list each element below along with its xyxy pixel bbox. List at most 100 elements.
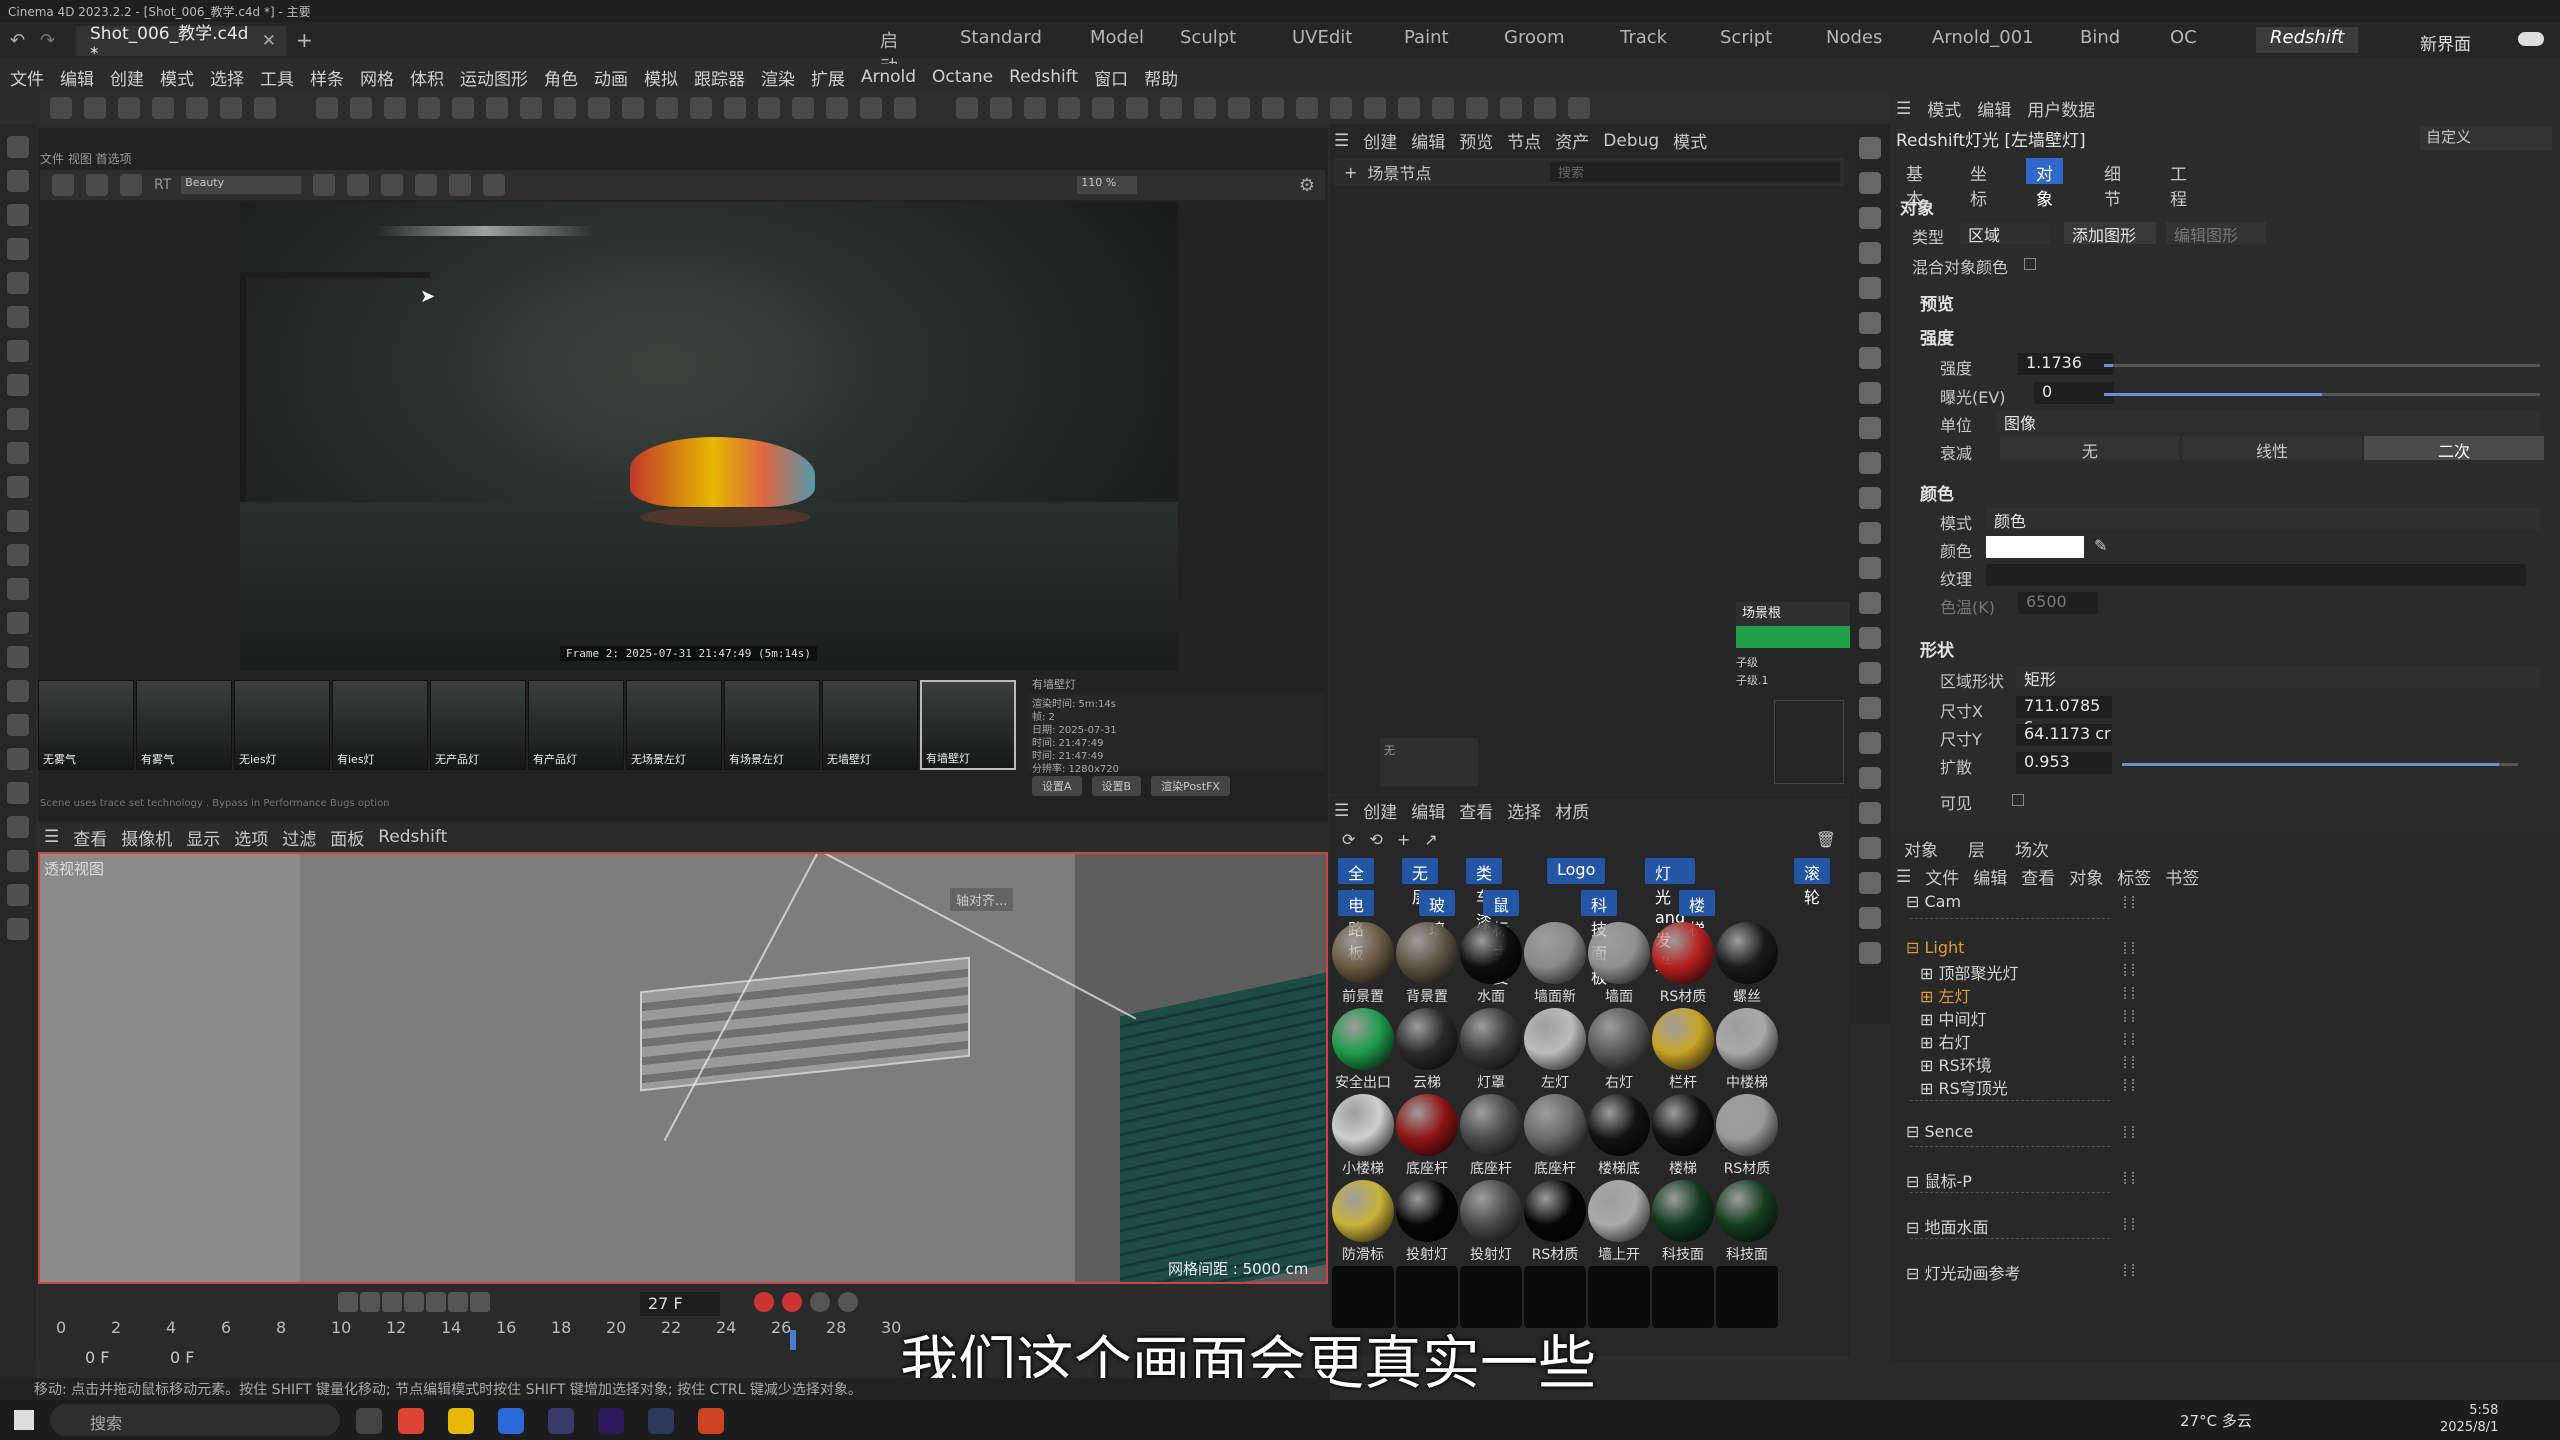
material-tab[interactable]: 科技面板 [1581, 890, 1618, 987]
object-row[interactable]: ⊞ RS环境 [1900, 1052, 2160, 1075]
attribute-menu-item-1[interactable]: 编辑 [1977, 96, 2011, 121]
menu-item-14[interactable]: 渲染 [761, 65, 795, 90]
menu-item-11[interactable]: 动画 [594, 65, 628, 90]
exposure-field[interactable]: 0 [2034, 382, 2114, 404]
tool-icon[interactable] [7, 306, 29, 328]
record-control-icon[interactable] [810, 1292, 830, 1312]
layout-tab-13[interactable]: Redshift [2256, 27, 2359, 53]
trash-icon[interactable]: 🗑 [1816, 830, 1836, 849]
tool-icon[interactable] [7, 680, 29, 702]
toolbar-tool-icon[interactable] [554, 97, 576, 119]
menu-item-15[interactable]: 扩展 [811, 65, 845, 90]
add-icon[interactable]: + [1397, 830, 1410, 849]
tool-icon[interactable] [7, 272, 29, 294]
material-tab[interactable]: Logo [1547, 858, 1606, 884]
toolbar-tool-icon[interactable] [1126, 97, 1148, 119]
material-tab[interactable]: 灯光and发光 [1645, 858, 1696, 974]
object-expand-icon[interactable]: ⊞ [1920, 987, 1939, 1006]
frame-end[interactable]: 0 F [170, 1348, 194, 1367]
toolbar-tool-icon[interactable] [152, 97, 174, 119]
unit-select[interactable]: 图像 [1996, 410, 2540, 433]
object-row[interactable]: ⊞ 右灯 [1900, 1029, 2160, 1052]
decay-option[interactable]: 二次 [2364, 436, 2544, 461]
material-swatch[interactable] [1396, 922, 1458, 984]
refresh-icon[interactable]: ⟳ [1342, 830, 1355, 849]
attribute-tab[interactable]: 工程 [2160, 158, 2197, 210]
visibility-dots[interactable] [2124, 942, 2134, 954]
toolbar-tool-icon[interactable] [990, 97, 1012, 119]
axis-align-label[interactable]: 轴对齐... [950, 888, 1014, 911]
menu-item-5[interactable]: 工具 [260, 65, 294, 90]
object-row[interactable]: ⊟ Light [1900, 938, 2160, 960]
material-swatch[interactable] [1396, 1008, 1458, 1070]
layout-tab-12[interactable]: OC [2170, 27, 2197, 53]
object-menu-item-1[interactable]: 编辑 [1973, 864, 2007, 889]
layout-tab-9[interactable]: Nodes [1826, 27, 1882, 53]
menu-item-18[interactable]: Redshift [1009, 67, 1078, 87]
intensity-slider[interactable] [2104, 364, 2540, 367]
toolbar-tool-icon[interactable] [1194, 97, 1216, 119]
material-tab[interactable]: 类车漆 [1466, 858, 1503, 931]
toolbar-tool-icon[interactable] [860, 97, 882, 119]
viewport-menu-item-1[interactable]: 摄像机 [121, 825, 172, 850]
object-tab-1[interactable]: 层 [1968, 836, 1985, 861]
object-expand-icon[interactable]: ⊞ [1920, 1010, 1939, 1029]
render-image[interactable]: Frame 2: 2025-07-31 21:47:49 (5m:14s) [240, 202, 1178, 670]
tool-icon[interactable] [7, 748, 29, 770]
node-child-item[interactable]: 子级 [1736, 654, 1769, 672]
texture-field[interactable] [1986, 564, 2526, 586]
toolbar-tool-icon[interactable] [1058, 97, 1080, 119]
attribute-tab[interactable]: 对象 [2026, 158, 2063, 210]
node-menu-item-2[interactable]: 预览 [1459, 128, 1493, 153]
toolbar-tool-icon[interactable] [384, 97, 406, 119]
object-expand-icon[interactable]: ⊞ [1920, 1033, 1939, 1052]
visibility-dots[interactable] [2124, 1126, 2134, 1138]
material-menu-item-2[interactable]: 查看 [1459, 798, 1493, 823]
object-expand-icon[interactable]: ⊟ [1906, 1172, 1925, 1191]
material-swatch[interactable] [1332, 1180, 1394, 1242]
side-tool-icon[interactable] [1859, 837, 1881, 859]
chrome-icon[interactable] [398, 1408, 424, 1434]
menu-item-9[interactable]: 运动图形 [460, 65, 528, 90]
render-view-menu[interactable]: 文件 视图 首选项 [40, 150, 132, 167]
store-icon[interactable] [498, 1408, 524, 1434]
taskbar-search[interactable]: 搜索 [50, 1404, 340, 1436]
side-tool-icon[interactable] [1859, 767, 1881, 789]
material-swatch[interactable] [1460, 922, 1522, 984]
layout-tab-6[interactable]: Groom [1504, 27, 1565, 53]
material-swatch[interactable] [1588, 1008, 1650, 1070]
tool-icon[interactable] [7, 442, 29, 464]
layout-tab-7[interactable]: Track [1620, 27, 1667, 53]
fit-icon[interactable] [449, 174, 472, 196]
toolbar-tool-icon[interactable] [1228, 97, 1250, 119]
grid-icon[interactable] [347, 174, 370, 196]
side-tool-icon[interactable] [1859, 627, 1881, 649]
object-expand-icon[interactable]: ⊟ [1906, 892, 1925, 911]
node-menu-item-1[interactable]: 编辑 [1411, 128, 1445, 153]
material-swatch[interactable] [1396, 1180, 1458, 1242]
toolbar-tool-icon[interactable] [1160, 97, 1182, 119]
material-tab[interactable]: 滚轮 [1794, 858, 1831, 907]
toolbar-tool-icon[interactable] [520, 97, 542, 119]
node-minimap[interactable] [1774, 700, 1844, 784]
section-intensity[interactable]: 强度 [1920, 324, 1954, 349]
object-expand-icon[interactable]: ⊞ [1920, 1056, 1939, 1075]
material-tab[interactable]: 全部 [1338, 858, 1375, 907]
scene-root-node-body[interactable] [1736, 626, 1852, 648]
material-swatch[interactable] [1460, 1008, 1522, 1070]
snapshot-button-1[interactable]: 设置B [1091, 776, 1142, 796]
tool-icon[interactable] [7, 544, 29, 566]
object-menu-item-5[interactable]: 书签 [2165, 864, 2199, 889]
material-swatch[interactable] [1652, 1266, 1714, 1328]
node-search-input[interactable]: 搜索 [1550, 162, 1840, 182]
render-icon[interactable] [52, 174, 74, 196]
toolbar-tool-icon[interactable] [254, 97, 276, 119]
layout-tab-5[interactable]: Paint [1404, 27, 1449, 53]
toolbar-tool-icon[interactable] [1500, 97, 1522, 119]
mix-color-checkbox[interactable] [2024, 258, 2036, 270]
object-expand-icon[interactable]: ⊟ [1906, 1218, 1925, 1237]
object-menu-item-3[interactable]: 对象 [2069, 864, 2103, 889]
toolbar-tool-icon[interactable] [656, 97, 678, 119]
object-expand-icon[interactable]: ⊟ [1906, 1264, 1925, 1283]
viewport-menu-item-4[interactable]: 过滤 [282, 825, 316, 850]
